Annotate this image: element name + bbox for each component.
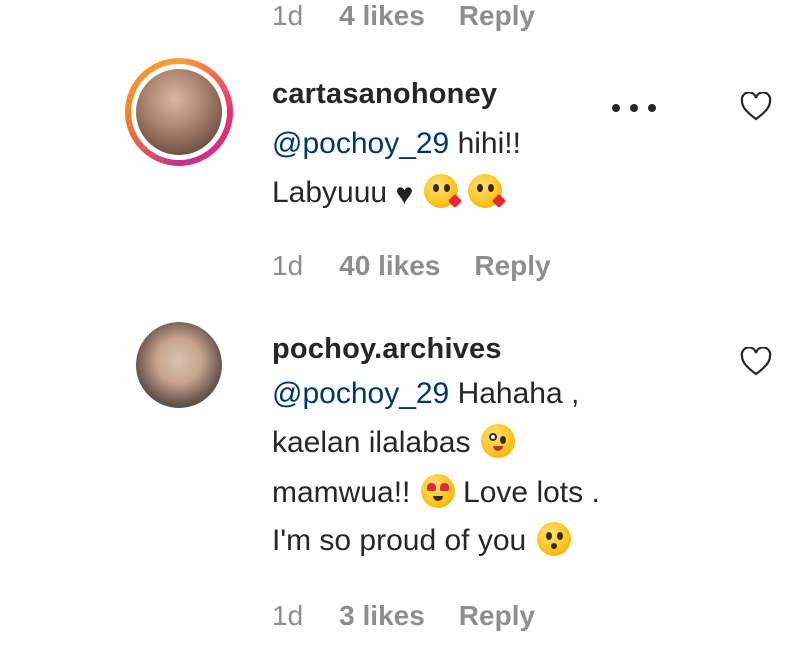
comment-text: Love lots . [454,476,600,509]
heart-eyes-emoji [420,474,455,508]
face-blowing-kiss-emoji [467,174,507,209]
reply-button[interactable]: Reply [459,0,535,32]
heart-outline-icon[interactable] [740,347,772,377]
comment-meta: 1d 40 likes Reply [272,246,585,286]
face-blowing-kiss-emoji [423,174,462,209]
comment-username[interactable]: cartasanohoney [272,78,497,111]
comment-text-line: I'm so proud of you [272,522,571,559]
comment-text: kaelan ilalabas [272,426,479,459]
mention-link[interactable]: @pochoy_29 [272,377,449,410]
comment-text: Labyuuu [272,176,396,209]
comment-timestamp: 1d [272,250,304,281]
comment-text: mamwua!! [272,476,419,509]
comment-text: hihi!! [449,127,521,160]
comment-likes-count[interactable]: 40 likes [339,250,440,282]
comment-likes-count[interactable]: 4 likes [339,0,425,32]
comment-meta-top: 1d 4 likes Reply [272,0,569,36]
avatar[interactable] [136,69,222,155]
comment-username[interactable]: pochoy.archives [272,333,502,366]
comment-text-line: mamwua!! Love lots . [272,474,600,511]
zany-face-emoji [480,424,515,458]
avatar[interactable] [136,322,222,408]
more-options-icon[interactable] [612,104,656,114]
reply-button[interactable]: Reply [474,250,550,282]
comment-text: I'm so proud of you [272,524,535,557]
comment-text-line: @pochoy_29 Hahaha , [272,376,579,412]
black-heart-emoji: ♥ [395,178,414,211]
mention-link[interactable]: @pochoy_29 [272,127,449,160]
comment-timestamp: 1d [272,600,304,631]
comment-text-line: kaelan ilalabas [272,424,515,461]
hushed-face-emoji [536,522,571,556]
heart-outline-icon[interactable] [740,92,772,122]
reply-button[interactable]: Reply [459,600,535,632]
comment-timestamp: 1d [272,0,304,31]
comment-text-line: @pochoy_29 hihi!! [272,126,521,162]
comment-text: Hahaha , [449,377,580,410]
comment-text-line: Labyuuu ♥ [272,174,507,213]
comment-likes-count[interactable]: 3 likes [339,600,425,632]
comment-meta: 1d 3 likes Reply [272,596,569,636]
